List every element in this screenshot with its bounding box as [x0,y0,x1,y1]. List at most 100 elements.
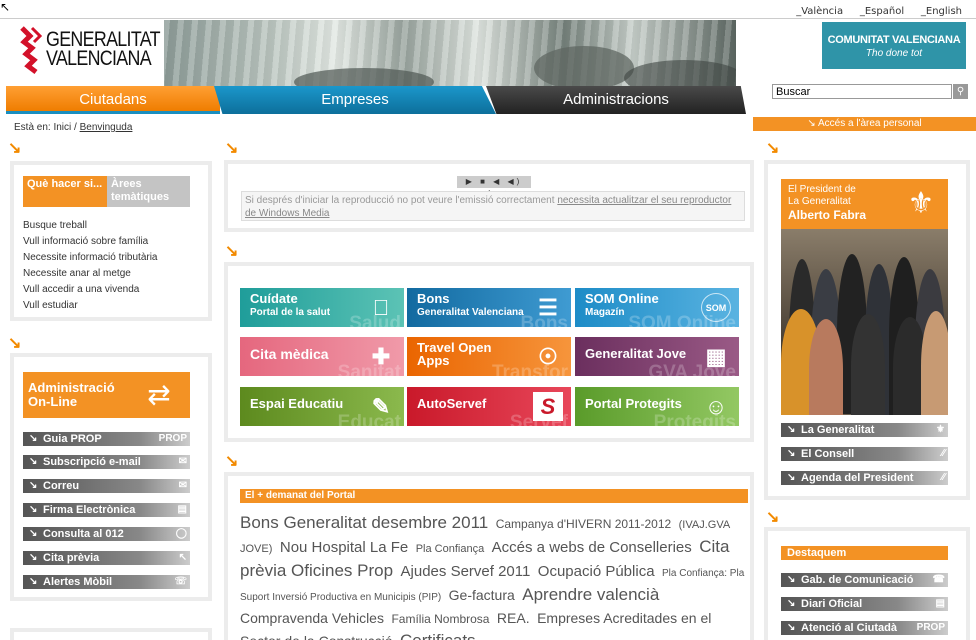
breadcrumb: Està en: Inici / Benvinguda [14,122,132,133]
lang-valencia-link[interactable]: _València [796,6,843,17]
most-requested-title: El + demanat del Portal [240,489,748,503]
quick-help-link[interactable]: Vull estudiar [23,298,158,314]
section-arrow-icon: ↘ [766,140,780,157]
cursor-icon: ↖ [178,552,187,563]
medical-cross-icon: ✚ [371,344,391,369]
search-input[interactable] [772,84,952,99]
emblem-icon: ⚜ [936,424,945,435]
tile-title: Generalitat Jove [585,346,687,361]
button-label: La Generalitat [801,424,875,436]
tile-title: Travel Open Apps [417,340,492,368]
tab-ciutadans[interactable]: Ciutadans [6,86,220,114]
admin-online-title[interactable]: Administració On-Line [23,372,133,418]
gab-comunicacio-button[interactable]: Gab. de Comunicació ☎ [781,573,948,587]
cloud-tag-link[interactable]: Família Nombrosa [391,612,489,626]
lang-espanol-link[interactable]: _Español [860,6,904,17]
tab-administracions[interactable]: Administracions [486,86,746,114]
tile-travel-open-apps[interactable]: Transfor Travel Open Apps ☉ [407,337,571,376]
page: _València _Español _English GENERALITAT … [0,0,976,640]
tile-title: Cita mèdica [250,346,329,362]
top-divider [0,18,976,19]
coins-icon: ☰ [538,295,558,320]
document-icon: ▤ [935,598,945,609]
cloud-tag-link[interactable]: Compravenda Vehicles [240,610,384,626]
jove-logo-icon: ▦ [705,344,727,369]
search-icon[interactable]: ⚲ [953,84,968,99]
quick-help-link[interactable]: Busque treball [23,218,158,234]
tab-que-hacer[interactable]: Què hacer si... [23,176,107,207]
cloud-tag-link[interactable]: Accés a webs de Conselleries [492,539,692,556]
lang-english-link[interactable]: _English [921,6,962,17]
tag-cloud: Bons Generalitat desembre 2011 Campanya … [240,512,750,640]
header-banner-image [164,20,736,86]
cita-previa-button[interactable]: Cita prèvia ↖ [23,551,190,565]
quick-help-list: Busque treball Vull informació sobre fam… [23,218,158,314]
badge-title: COMUNITAT VALENCIANA [827,34,961,46]
tile-title: SOM Online [585,291,659,306]
quick-help-link[interactable]: Vull accedir a una vivenda [23,282,158,298]
cloud-tag-link[interactable]: Certificats [400,631,476,640]
section-arrow-icon: ↘ [225,243,239,260]
cloud-tag-link[interactable]: Aprendre valencià [522,585,659,604]
tile-generalitat-jove[interactable]: GVA Jove Generalitat Jove ▦ [575,337,739,376]
tile-bons[interactable]: Bons Bons Generalitat Valenciana ☰ [407,288,571,327]
envelope-icon: ✉ [178,456,187,467]
tile-som-online[interactable]: SOM Online SOM Online Magazín SOM [575,288,739,327]
tile-cuidate[interactable]: Salud Cuídate Portal de la salut  [240,288,404,327]
comunitat-valenciana-badge[interactable]: COMUNITAT VALENCIANA Tho done tot [822,22,966,69]
president-group-photo [781,229,948,415]
subscripcio-email-button[interactable]: Subscripció e-mail ✉ [23,455,190,469]
quick-help-link[interactable]: Vull informació sobre família [23,234,158,250]
diari-oficial-button[interactable]: Diari Oficial ▤ [781,597,948,611]
cloud-tag-link[interactable]: Pla Confiança [416,543,485,555]
guia-prop-button[interactable]: Guia PROP PROP [23,432,190,446]
agenda-president-button[interactable]: Agenda del President ∕∕ [781,471,948,485]
tile-espai-educatiu[interactable]: Educat Espai Educatiu ✎ [240,387,404,426]
phone-icon: ☏ [174,576,187,587]
firma-electronica-button[interactable]: Firma Electrònica ▤ [23,503,190,517]
tile-title: AutoServef [417,396,487,411]
cloud-tag-link[interactable]: Nou Hospital La Fe [280,539,408,556]
tile-cita-medica[interactable]: Sanitat Cita mèdica ✚ [240,337,404,376]
personal-area-button[interactable]: ↘ Accés a l'àrea personal [753,117,976,131]
button-label: Diari Oficial [801,598,863,610]
quick-help-link[interactable]: Necessite informació tributària [23,250,158,266]
correu-button[interactable]: Correu ✉ [23,479,190,493]
button-label: Subscripció e-mail [43,456,141,468]
stripes-icon: ∕∕ [941,472,945,483]
breadcrumb-current-link[interactable]: Benvinguda [80,122,133,133]
stripes-icon: ∕∕ [941,448,945,459]
cloud-tag-link[interactable]: Bons Generalitat desembre 2011 [240,513,488,532]
quick-help-link[interactable]: Necessite anar al metge [23,266,158,282]
tile-title: Espai Educatiu [250,396,344,411]
tab-arees-tematiques[interactable]: Àrees temàtiques [107,176,190,207]
el-consell-button[interactable]: El Consell ∕∕ [781,447,948,461]
tab-empreses[interactable]: Empreses [214,86,496,114]
button-label: Gab. de Comunicació [801,574,914,586]
la-generalitat-button[interactable]: La Generalitat ⚜ [781,423,948,437]
prop-logo-icon: PROP [916,622,945,633]
cloud-tag-link[interactable]: Ge-factura [449,587,515,603]
cloud-tag-link[interactable]: REA. [497,610,530,626]
tile-portal-protegits[interactable]: Protegits Portal Protegits ☺ [575,387,739,426]
player-controls[interactable]: ▶ ■ ◀ ◀) ◀) ◀ [457,176,531,198]
crest-icon [20,26,43,74]
personal-area-label: Accés a l'àrea personal [817,118,922,129]
button-label: Guia PROP [43,433,102,445]
generalitat-logo[interactable]: GENERALITAT VALENCIANA [14,20,164,86]
consulta-012-button[interactable]: Consulta al 012 ◯ [23,527,190,541]
tile-title: Portal Protegits [585,396,682,411]
section-arrow-icon: ↘ [225,140,239,157]
mascot-icon: ☺ [704,394,728,419]
alertes-mobil-button[interactable]: Alertes Mòbil ☏ [23,575,190,589]
cloud-tag-link[interactable]: Campanya d'HIVERN 2011-2012 [496,517,672,531]
logo-line-2: VALENCIANA [46,47,152,70]
tile-title: Cuídate [250,291,298,306]
atencio-ciutada-button[interactable]: Atenció al Ciutadà PROP [781,621,948,635]
tile-autoservef[interactable]: Servef AutoServef S [407,387,571,426]
cloud-tag-link[interactable]: Ajudes Servef 2011 [401,563,531,580]
player-message-text: Si després d'iniciar la reproducció no p… [245,195,555,206]
button-label: Consulta al 012 [43,528,124,540]
tile-title: Bons [417,291,450,306]
cloud-tag-link[interactable]: Ocupació Pública [538,563,655,580]
